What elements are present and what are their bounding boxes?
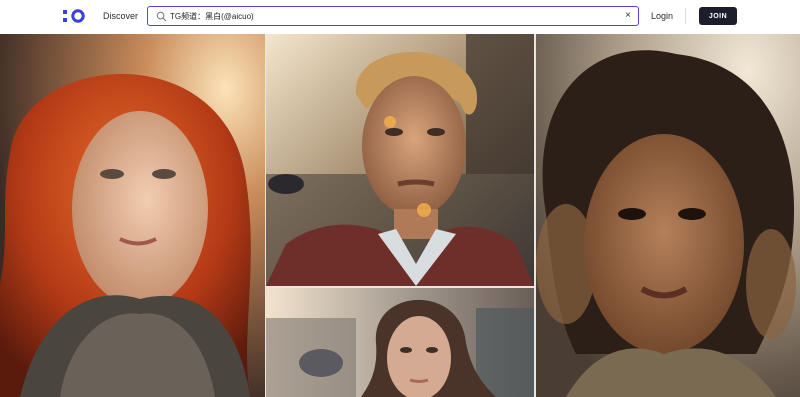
portrait-woman-street-image xyxy=(266,288,534,397)
nav-discover-link[interactable]: Discover xyxy=(103,11,138,21)
login-link[interactable]: Login xyxy=(651,11,673,21)
portrait-man-image xyxy=(266,34,534,286)
search-input[interactable] xyxy=(170,9,610,23)
gallery-image-man-portrait[interactable] xyxy=(266,34,534,286)
nav-divider xyxy=(685,8,686,24)
top-navbar: Discover × Login JOIN xyxy=(0,0,800,34)
image-gallery xyxy=(0,34,800,397)
portrait-child-image xyxy=(536,34,800,397)
gallery-image-child-curly-hair[interactable] xyxy=(536,34,800,397)
gallery-image-woman-red-hair[interactable] xyxy=(0,34,265,397)
clear-search-icon[interactable]: × xyxy=(625,10,631,22)
logo-icon[interactable] xyxy=(63,9,85,23)
search-bar[interactable]: × xyxy=(147,6,639,26)
join-button[interactable]: JOIN xyxy=(699,7,737,25)
portrait-woman-red-hair-image xyxy=(0,34,265,397)
search-icon xyxy=(156,11,167,22)
gallery-image-woman-street[interactable] xyxy=(266,288,534,397)
